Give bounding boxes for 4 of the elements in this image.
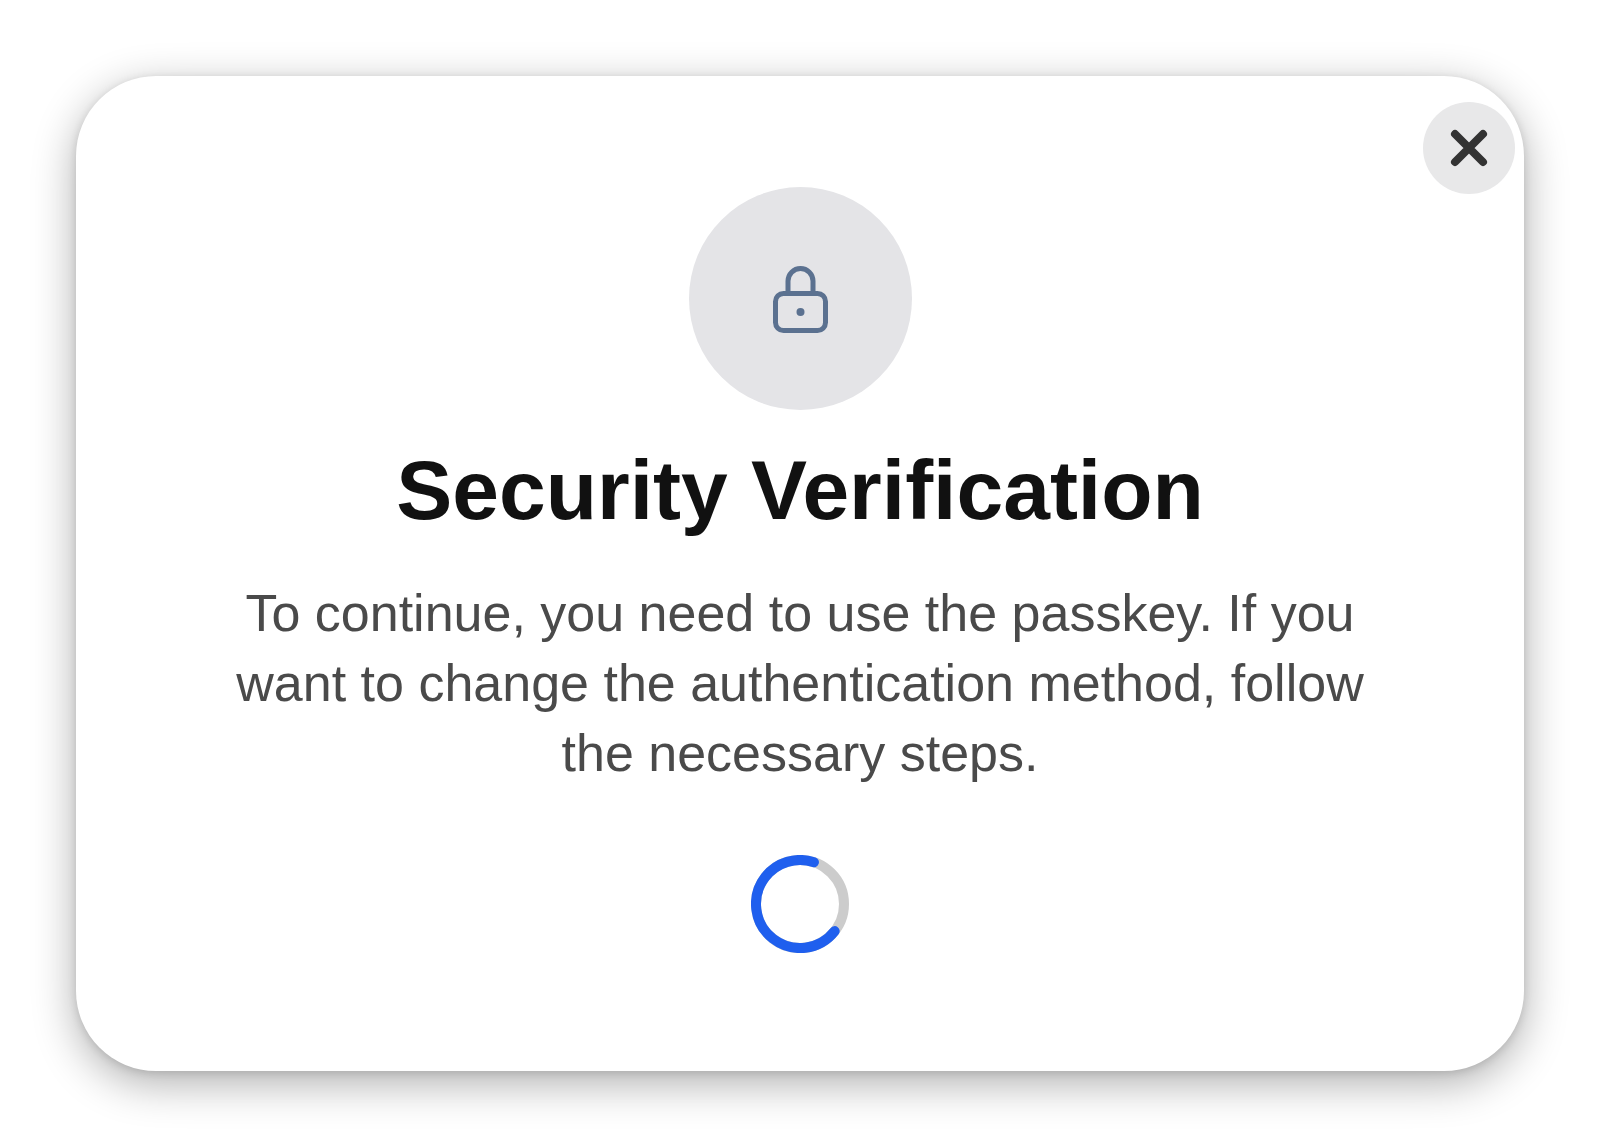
padlock-icon bbox=[772, 264, 828, 333]
dialog-title: Security Verification bbox=[396, 442, 1204, 539]
dialog-message: To continue, you need to use the passkey. If you want to change the authentication method, follow the necessary steps. bbox=[235, 583, 1365, 784]
close-icon bbox=[1450, 129, 1488, 167]
